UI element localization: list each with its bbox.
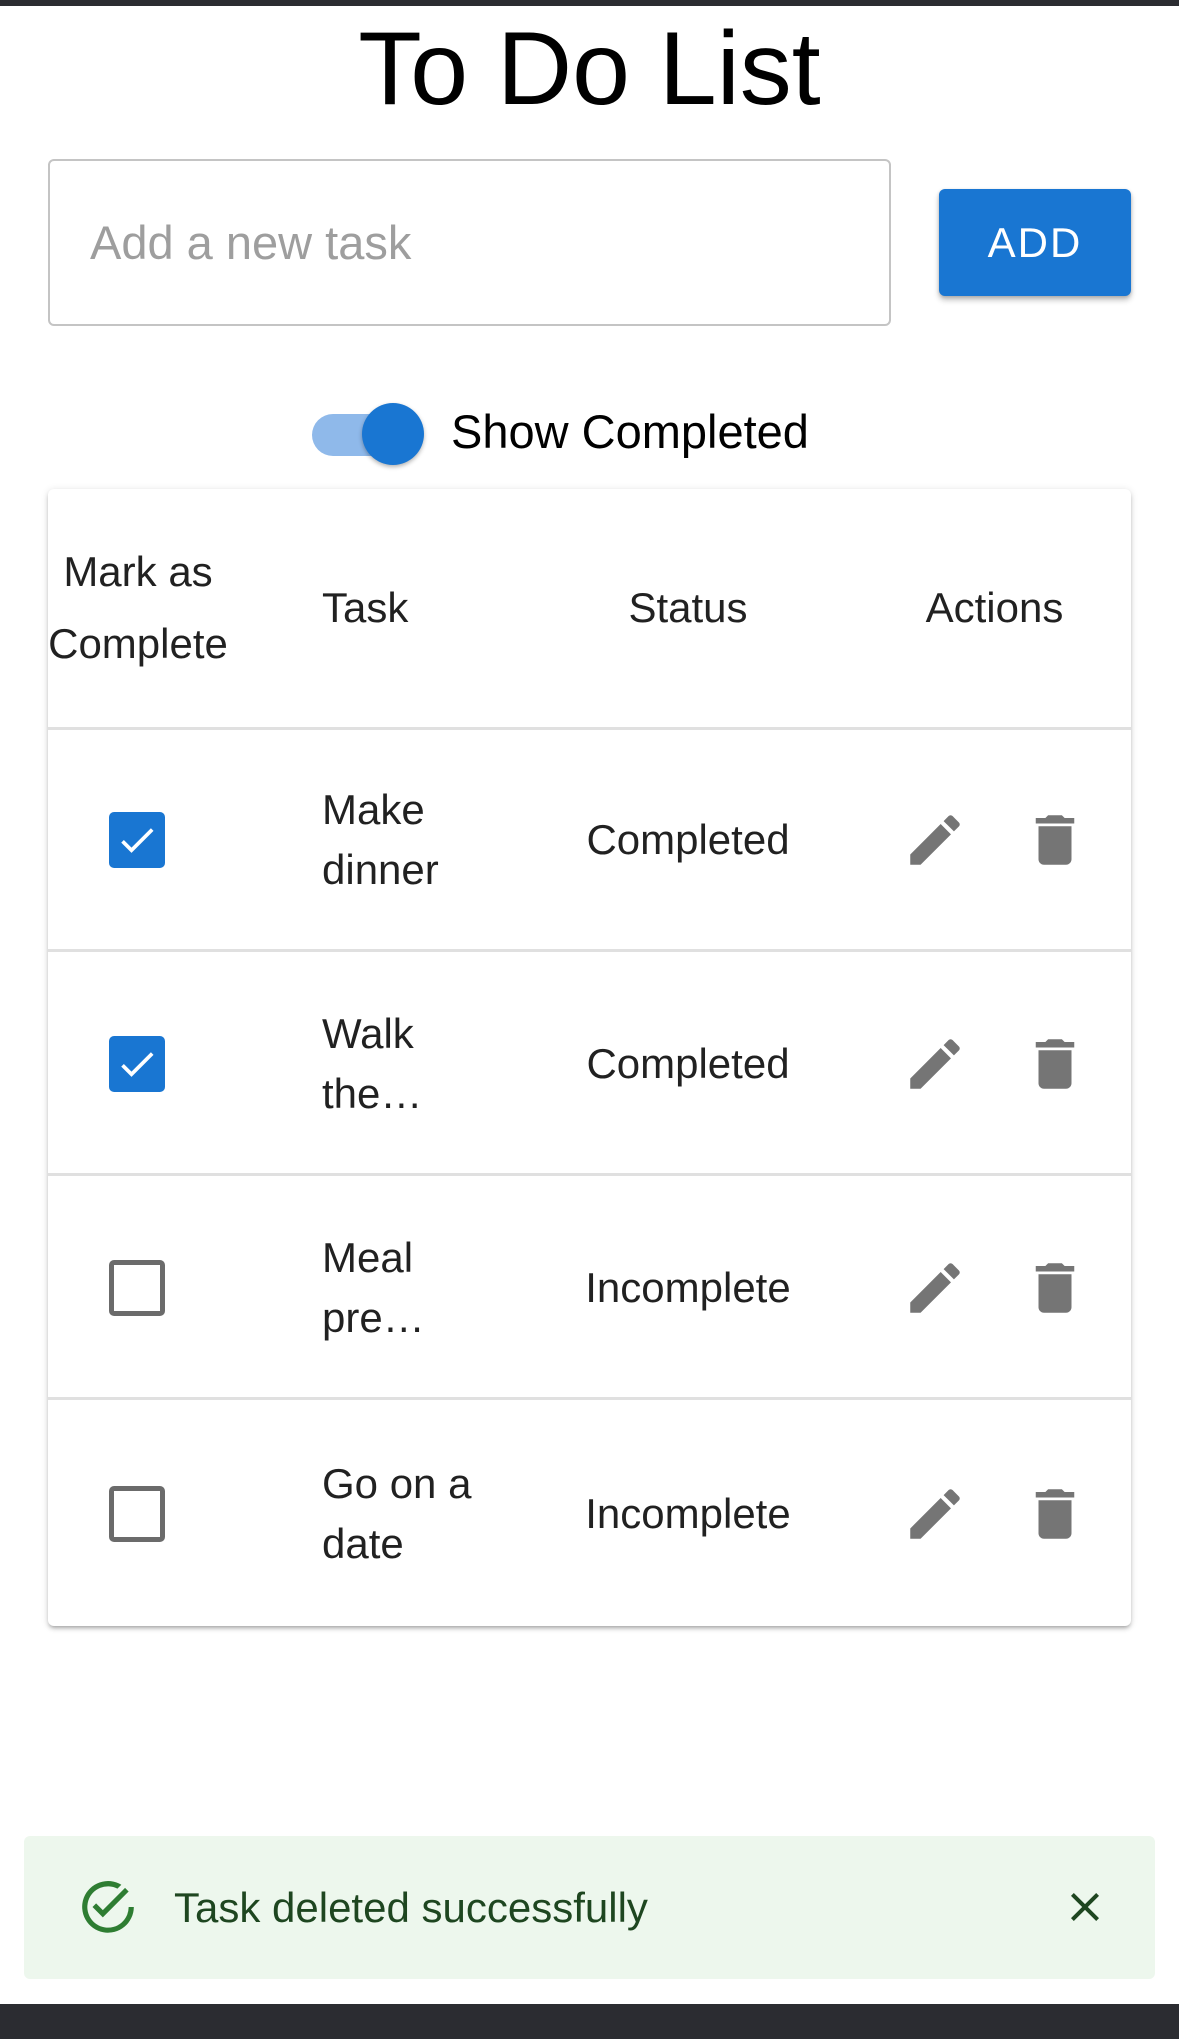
mark-cell xyxy=(48,955,226,1173)
trash-icon[interactable] xyxy=(1018,1027,1092,1101)
header-actions: Actions xyxy=(925,584,1064,631)
show-completed-toggle-row: Show Completed xyxy=(308,395,809,469)
show-completed-label: Show Completed xyxy=(451,405,809,458)
complete-checkbox[interactable] xyxy=(109,1485,165,1542)
status-cell: Incomplete xyxy=(585,1489,791,1537)
header-mark-as-complete: Mark as Complete xyxy=(48,548,228,667)
close-icon[interactable] xyxy=(1054,1876,1116,1938)
mark-cell xyxy=(48,1179,226,1397)
trash-icon[interactable] xyxy=(1018,1477,1092,1551)
check-icon xyxy=(115,818,159,862)
complete-checkbox[interactable] xyxy=(109,1036,165,1092)
actions-cell xyxy=(858,731,1131,949)
top-status-strip xyxy=(0,0,1179,6)
pencil-icon[interactable] xyxy=(898,803,972,877)
status-cell: Incomplete xyxy=(585,1264,791,1311)
header-task: Task xyxy=(322,584,409,631)
task-cell: Walk the… xyxy=(322,955,492,1173)
status-cell: Completed xyxy=(586,1040,790,1087)
page-title: To Do List xyxy=(358,11,821,127)
table-header-row: Mark as Complete Task Status Actions xyxy=(48,489,1131,730)
mark-cell xyxy=(48,1403,226,1624)
header-status: Status xyxy=(628,584,748,631)
table-row: Walk the… Completed xyxy=(48,955,1131,1176)
complete-checkbox[interactable] xyxy=(109,812,165,868)
task-name: Go on a date xyxy=(322,1459,472,1567)
switch-thumb xyxy=(362,403,424,465)
table-row: Meal pre… Incomplete xyxy=(48,1179,1131,1400)
success-snackbar: Task deleted successfully xyxy=(24,1836,1155,1979)
complete-checkbox[interactable] xyxy=(109,1260,165,1316)
table-row: Go on a date Incomplete xyxy=(48,1403,1131,1624)
actions-cell xyxy=(858,1179,1131,1397)
task-name: Make dinner xyxy=(322,786,439,893)
trash-icon[interactable] xyxy=(1018,1251,1092,1325)
task-cell: Meal pre… xyxy=(322,1179,492,1397)
actions-cell xyxy=(858,1403,1131,1624)
pencil-icon[interactable] xyxy=(898,1251,972,1325)
check-icon xyxy=(115,1042,159,1086)
add-task-button[interactable]: ADD xyxy=(939,189,1131,296)
pencil-icon[interactable] xyxy=(898,1477,972,1551)
new-task-input[interactable] xyxy=(48,159,891,326)
table-row: Make dinner Completed xyxy=(48,731,1131,952)
mark-cell xyxy=(48,731,226,949)
task-cell: Make dinner xyxy=(322,731,492,949)
actions-cell xyxy=(858,955,1131,1173)
check-circle-outline-icon xyxy=(77,1876,139,1938)
show-completed-switch[interactable] xyxy=(308,395,424,469)
status-cell: Completed xyxy=(586,816,790,863)
task-name: Walk the… xyxy=(322,1010,423,1117)
pencil-icon[interactable] xyxy=(898,1027,972,1101)
trash-icon[interactable] xyxy=(1018,803,1092,877)
bottom-system-bar xyxy=(0,2004,1179,2039)
task-cell: Go on a date xyxy=(322,1403,492,1624)
task-name: Meal pre… xyxy=(322,1234,425,1341)
snackbar-message: Task deleted successfully xyxy=(174,1883,648,1931)
todo-app: To Do List ADD Show Completed Mark as Co… xyxy=(0,0,1179,2039)
task-table: Mark as Complete Task Status Actions Mak… xyxy=(48,489,1131,1626)
